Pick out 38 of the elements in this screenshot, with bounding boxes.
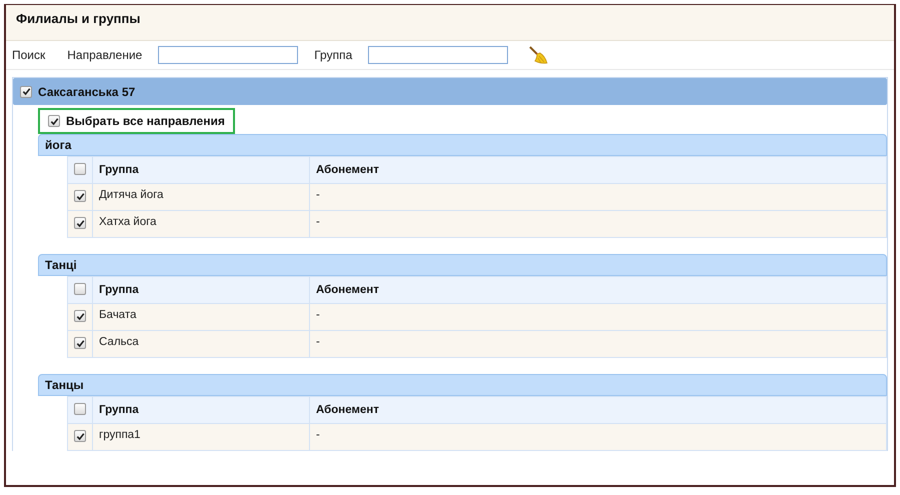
checkbox[interactable]: [74, 402, 86, 414]
checkbox[interactable]: [74, 162, 86, 174]
table-cell: Сальса: [92, 330, 310, 358]
table-cell: -: [310, 330, 886, 358]
table-cell: Хатха йога: [92, 210, 310, 238]
column-header: Абонемент: [310, 276, 886, 304]
broom-icon[interactable]: [528, 45, 548, 65]
column-header: Группа: [92, 156, 310, 184]
input-field[interactable]: [158, 46, 298, 64]
table-cell: -: [310, 424, 886, 450]
checkbox[interactable]: [74, 217, 86, 230]
column-header: Группа: [92, 276, 310, 304]
checkbox[interactable]: [74, 430, 86, 442]
table-cell: группа1: [92, 424, 310, 450]
column-header: Абонемент: [310, 156, 886, 184]
table-cell: -: [310, 184, 886, 210]
search-label: Поиск: [12, 48, 46, 62]
checkbox[interactable]: [48, 115, 60, 127]
column-header: Группа: [92, 396, 310, 424]
field-label: Группа: [314, 48, 352, 62]
input-field[interactable]: [368, 46, 508, 64]
field-label: Направление: [67, 48, 142, 62]
direction-header: йога: [38, 134, 887, 156]
table-cell: -: [310, 210, 886, 238]
table-cell: -: [310, 304, 886, 330]
table-cell: Дитяча йога: [92, 184, 310, 210]
direction-header: Танцы: [38, 374, 887, 396]
checkbox[interactable]: [74, 282, 86, 294]
checkbox[interactable]: [74, 190, 86, 202]
checkbox[interactable]: [74, 337, 86, 350]
branch-name: Саксаганська 57: [38, 84, 136, 98]
page-title: Филиалы и группы: [16, 11, 142, 26]
direction-header: Танці: [38, 254, 887, 276]
select-all-label: Выбрать все направления: [66, 114, 225, 128]
table-cell: Бачата: [92, 304, 310, 330]
checkbox[interactable]: [20, 86, 32, 98]
checkbox[interactable]: [74, 310, 86, 322]
column-header: Абонемент: [310, 396, 886, 424]
